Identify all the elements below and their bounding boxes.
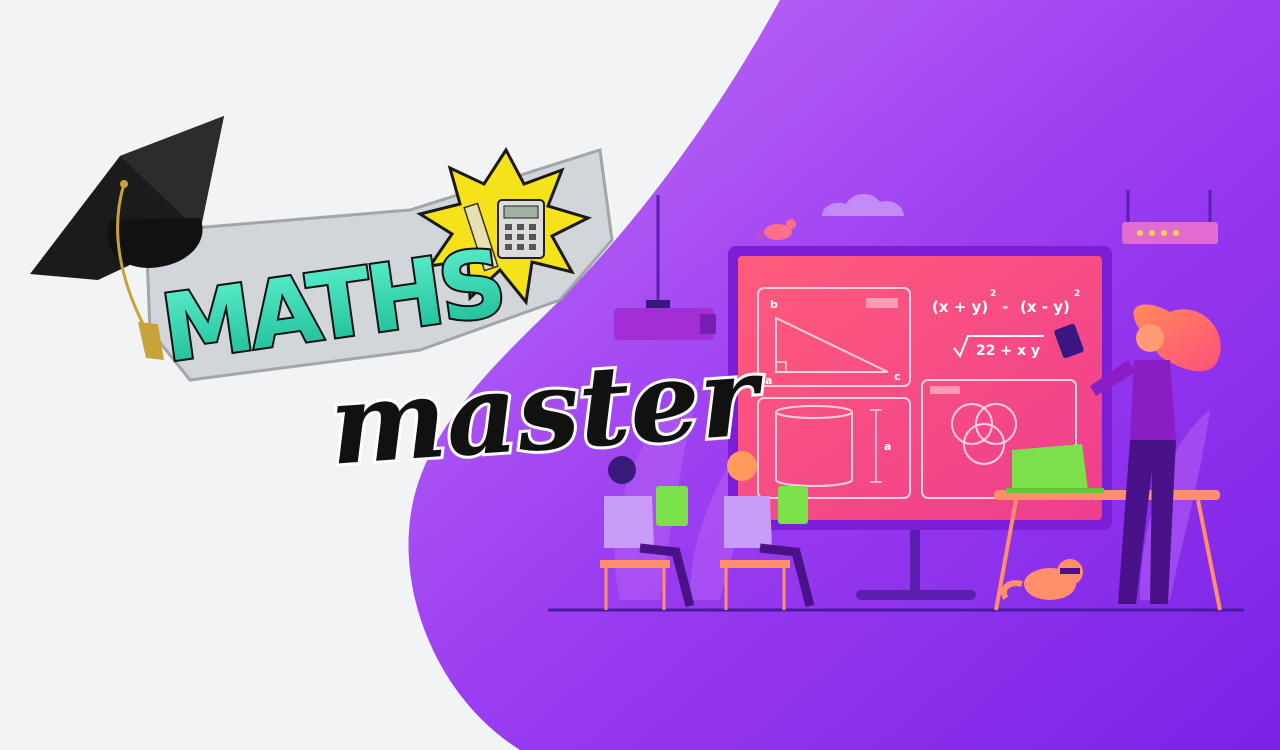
triangle-label-c: c (894, 370, 901, 383)
laptop-icon (1012, 444, 1088, 490)
calculator-icon (497, 199, 545, 259)
equation-left: (x + y) (932, 298, 988, 316)
router-icon (1122, 222, 1218, 244)
triangle-label-a: a (765, 374, 772, 387)
tablet-icon (656, 486, 688, 526)
tablet-icon-2 (778, 486, 808, 524)
equation-sup-2: 2 (1074, 289, 1080, 299)
equation-minus: - (1002, 298, 1008, 316)
hero-banner: b a c (x + y) 2 - (x - y) 2 22 + x y a M… (30, 0, 1280, 750)
equation-root: 22 + x y (976, 343, 1040, 359)
equation-right: (x - y) (1020, 298, 1070, 316)
triangle-label-b: b (770, 298, 778, 311)
equation-sup-1: 2 (990, 289, 996, 299)
cylinder-label-a: a (884, 440, 891, 453)
